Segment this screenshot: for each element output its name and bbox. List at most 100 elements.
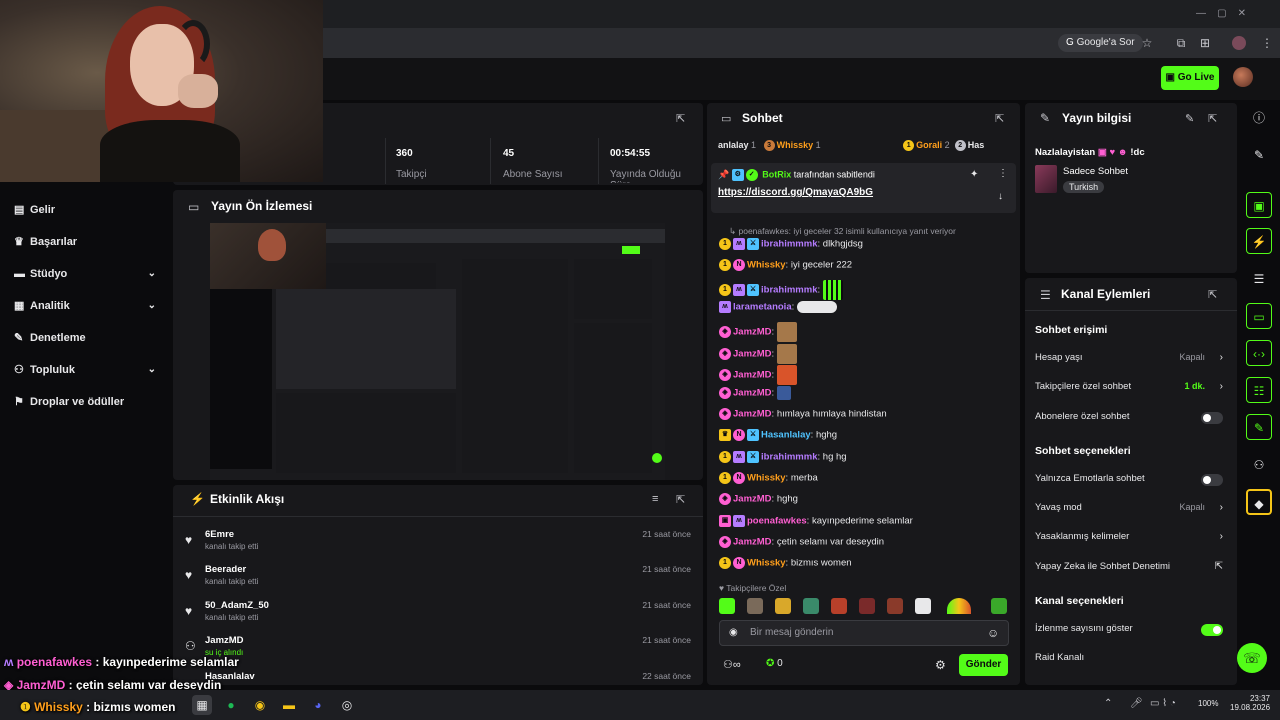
chat-icon[interactable]: ▭: [1246, 303, 1272, 329]
users-icon[interactable]: ⚇: [1246, 452, 1272, 478]
user-avatar[interactable]: [1233, 67, 1253, 87]
pin-icon[interactable]: ✦: [970, 169, 978, 180]
chat-username[interactable]: ibrahimmmk: [761, 239, 818, 250]
chat-username[interactable]: ibrahimmmk: [761, 452, 818, 463]
clock[interactable]: 23:37 19.08.2026: [1230, 694, 1270, 712]
profile-avatar[interactable]: [1232, 36, 1246, 50]
sidebar-item-topluluk[interactable]: ⚇ Topluluk ⌄: [14, 360, 164, 380]
window-controls[interactable]: — ▢ ✕: [1196, 8, 1246, 19]
chat-username[interactable]: larametanoia: [733, 302, 792, 313]
setting-show-viewers[interactable]: İzlenme sayısını göster: [1035, 623, 1225, 639]
code-icon[interactable]: ‹·›: [1246, 340, 1272, 366]
emote-icon[interactable]: [887, 598, 903, 614]
extension-icon[interactable]: ⧉: [1172, 34, 1190, 52]
sidebar-item-droplar[interactable]: ⚑ Droplar ve ödüller: [14, 392, 164, 412]
chat-username[interactable]: JamzMD: [733, 494, 772, 505]
setting-subs-only[interactable]: Abonelere özel sohbet: [1035, 411, 1225, 427]
popout-icon[interactable]: ⇱: [676, 112, 685, 125]
emote-icon[interactable]: [859, 598, 875, 614]
setting-raid[interactable]: Raid Kanalı: [1035, 652, 1225, 668]
browser-menu-icon[interactable]: ⋮: [1258, 34, 1276, 52]
emote-icon[interactable]: [831, 598, 847, 614]
chat-username[interactable]: Whissky: [747, 473, 786, 484]
sidebar-item-gelir[interactable]: ▤ Gelir: [14, 200, 164, 220]
discord-icon[interactable]: ◕: [308, 695, 328, 715]
send-button[interactable]: Gönder: [959, 654, 1008, 676]
gear-icon[interactable]: ⚙: [935, 658, 946, 672]
wrench-icon[interactable]: ✎: [1246, 414, 1272, 440]
chat-username[interactable]: Whissky: [747, 260, 786, 271]
chat-username[interactable]: Hasanlalay: [761, 430, 811, 441]
points-display[interactable]: ✪ 0: [766, 658, 783, 669]
setting-slow-mode[interactable]: Yavaş mod Kapalı ›: [1035, 502, 1225, 518]
chat-username[interactable]: JamzMD: [733, 409, 772, 420]
emote-icon[interactable]: [747, 598, 763, 614]
filter-icon[interactable]: ≡: [652, 493, 658, 505]
emote-icon[interactable]: [803, 598, 819, 614]
emoji-icon[interactable]: ☺: [987, 626, 999, 640]
category-thumbnail[interactable]: [1035, 165, 1057, 193]
popout-icon[interactable]: ⇱: [1208, 112, 1217, 125]
chrome-icon[interactable]: ◉: [250, 695, 270, 715]
toggle-switch[interactable]: [1201, 412, 1223, 424]
setting-followers-only[interactable]: Takipçilere özel sohbet 1 dk. ›: [1035, 381, 1225, 397]
emote-icon[interactable]: [947, 598, 971, 614]
sliders-icon[interactable]: ☷: [1246, 377, 1272, 403]
arrow-down-icon[interactable]: ↓: [998, 191, 1003, 202]
setting-account-age[interactable]: Hesap yaşı Kapalı ›: [1035, 352, 1225, 368]
popout-icon[interactable]: ⇱: [995, 112, 1004, 125]
popout-icon[interactable]: ⇱: [676, 493, 685, 506]
chat-username[interactable]: Whissky: [747, 558, 786, 569]
bolt-icon[interactable]: ⚡: [1246, 228, 1272, 254]
top-user[interactable]: anlalay: [718, 140, 749, 150]
toggle-switch[interactable]: [1201, 474, 1223, 486]
more-icon[interactable]: ⋮: [998, 168, 1008, 179]
system-tray-icons[interactable]: ▭ ⌇ ◔: [1150, 698, 1176, 709]
infinity-icon[interactable]: ⚇∞: [723, 658, 741, 671]
popout-icon[interactable]: ⇱: [1208, 288, 1217, 301]
preview-panel-icon[interactable]: ▣: [1246, 192, 1272, 218]
sidebar-item-analitik[interactable]: ▦ Analitik ⌄: [14, 296, 164, 316]
chat-username[interactable]: poenafawkes: [747, 516, 807, 527]
puzzle-icon[interactable]: ⊞: [1196, 34, 1214, 52]
chat-username[interactable]: JamzMD: [733, 388, 772, 399]
emote-icon[interactable]: [775, 598, 791, 614]
diamond-icon[interactable]: ◆: [1246, 489, 1272, 515]
chat-username[interactable]: JamzMD: [733, 349, 772, 360]
top-user[interactable]: Has: [968, 140, 985, 150]
obs-icon[interactable]: ◎: [337, 695, 357, 715]
go-live-button[interactable]: ▣ Go Live: [1161, 66, 1219, 90]
setting-banned-words[interactable]: Yasaklanmış kelimeler ›: [1035, 531, 1225, 547]
taskview-icon[interactable]: ▦: [192, 695, 212, 715]
setting-emote-only[interactable]: Yalnızca Emotlarla sohbet: [1035, 473, 1225, 489]
chat-username[interactable]: ibrahimmmk: [761, 285, 818, 296]
info-icon[interactable]: ⓘ: [1246, 105, 1272, 131]
support-icon[interactable]: ☏: [1237, 643, 1267, 673]
mic-icon[interactable]: 🎤︎: [1130, 698, 1143, 709]
top-user[interactable]: Whissky: [777, 140, 814, 150]
google-ask-button[interactable]: G Google'a Sor: [1058, 34, 1143, 52]
star-icon[interactable]: ☆: [1138, 34, 1156, 52]
emote-icon[interactable]: [991, 598, 1007, 614]
stream-tag[interactable]: Turkish: [1063, 181, 1105, 193]
pinned-link[interactable]: https://discord.gg/QmayaQA9bG: [718, 187, 873, 198]
chevron-up-icon[interactable]: ⌃: [1104, 698, 1112, 709]
folder-icon[interactable]: ▬: [279, 695, 299, 715]
sidebar-item-studyo[interactable]: ▬ Stüdyo ⌄: [14, 264, 164, 284]
spotify-icon[interactable]: ●: [221, 695, 241, 715]
stream-preview[interactable]: [210, 223, 665, 480]
sidebar-item-denetleme[interactable]: ✎ Denetleme: [14, 328, 164, 348]
emote-bar[interactable]: [719, 598, 1009, 614]
emote-icon[interactable]: [719, 598, 735, 614]
chat-username[interactable]: JamzMD: [733, 537, 772, 548]
edit-icon[interactable]: ✎: [1185, 112, 1194, 125]
toggle-switch[interactable]: [1201, 624, 1223, 636]
category-name[interactable]: Sadece Sohbet: [1063, 166, 1128, 177]
list-icon[interactable]: ☰: [1246, 266, 1272, 292]
chat-username[interactable]: JamzMD: [733, 370, 772, 381]
sidebar-item-basarilar[interactable]: ♛ Başarılar: [14, 232, 164, 252]
top-user[interactable]: Gorali: [916, 140, 942, 150]
pencil-icon[interactable]: ✎: [1246, 142, 1272, 168]
emote-icon[interactable]: [915, 598, 931, 614]
chat-username[interactable]: JamzMD: [733, 327, 772, 338]
